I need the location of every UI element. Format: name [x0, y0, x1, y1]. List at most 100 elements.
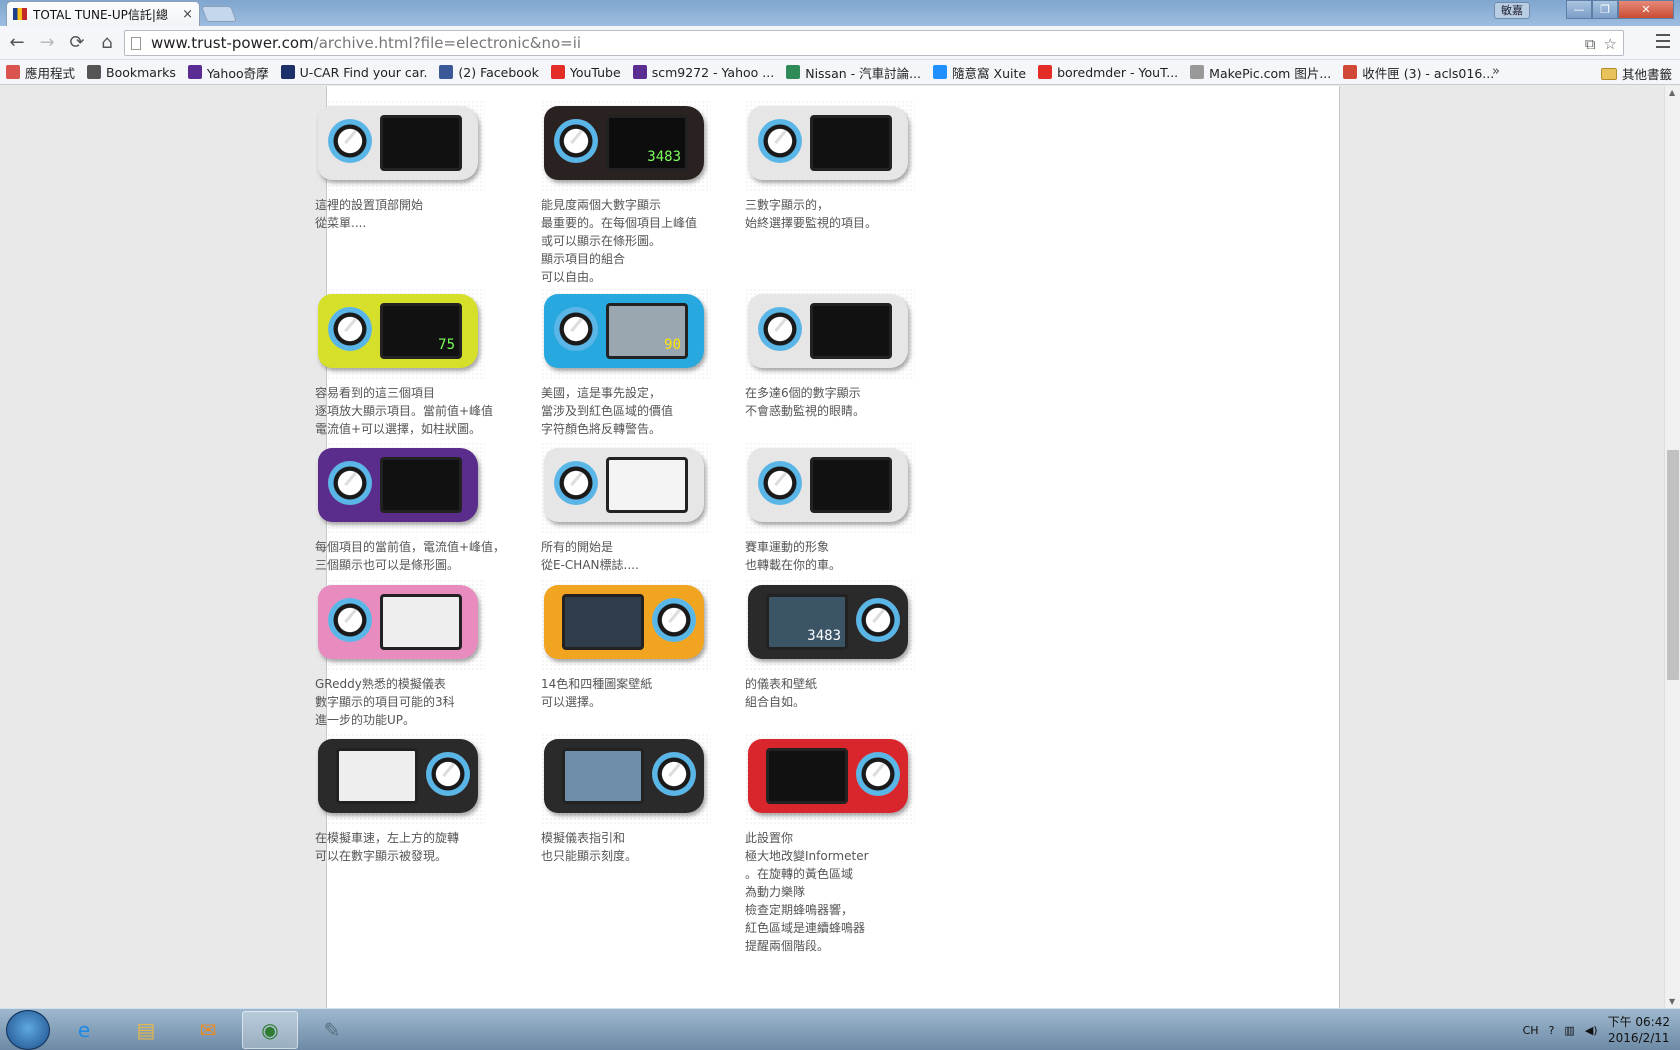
device-screen — [606, 457, 688, 513]
bookmark-label: boredmder - YouT... — [1057, 64, 1179, 80]
bookmark-item[interactable]: Nissan - 汽車討論... — [786, 63, 921, 82]
gauge-dial-icon — [328, 598, 372, 642]
scroll-up-icon[interactable]: ▲ — [1669, 88, 1675, 97]
screen-readout: 3483 — [807, 628, 841, 644]
device-body — [748, 106, 908, 180]
gauge-dial-icon — [856, 598, 900, 642]
bookmark-item[interactable]: Yahoo奇摩 — [187, 63, 269, 82]
bookmark-item[interactable]: Bookmarks — [87, 65, 176, 80]
clock-time: 下午 06:42 — [1607, 1015, 1670, 1029]
new-tab-button[interactable] — [201, 6, 237, 22]
back-button[interactable]: ← — [4, 30, 30, 56]
page-icon — [131, 36, 141, 50]
home-button[interactable]: ⌂ — [94, 30, 120, 56]
product-item: 這裡的設置頂部開始 從菜單.... — [315, 100, 515, 232]
browser-tab[interactable]: TOTAL TUNE-UP信託|總 × — [6, 1, 200, 26]
minimize-button[interactable]: — — [1566, 0, 1592, 19]
device-screen: 75 — [380, 303, 462, 359]
scroll-down-icon[interactable]: ▼ — [1669, 997, 1675, 1006]
maximize-button[interactable]: ❐ — [1592, 0, 1618, 19]
gauge-dial-icon — [758, 307, 802, 351]
product-caption: GReddy熟悉的模擬儀表 數字顯示的項目可能的3科 進一步的功能UP。 — [315, 677, 455, 727]
product-image — [541, 579, 711, 671]
ucar-icon — [280, 65, 295, 79]
gauge-dial-icon — [652, 752, 696, 796]
paint-icon[interactable]: ✎ — [304, 1011, 360, 1049]
bookmark-item[interactable]: YouTube — [550, 65, 621, 80]
bookmark-item[interactable]: boredmder - YouT... — [1038, 65, 1178, 80]
product-item: 三數字顯示的， 始終選擇要監視的項目。 — [745, 100, 945, 232]
device-body — [544, 739, 704, 813]
product-image — [541, 442, 711, 534]
address-bar[interactable]: www.trust-power.com/archive.html?file=el… — [124, 30, 1624, 56]
network-icon[interactable]: ▥ — [1564, 1024, 1574, 1037]
reload-button[interactable]: ⟳ — [64, 30, 90, 56]
gauge-dial-icon — [554, 307, 598, 351]
bookmarks-overflow-button[interactable]: » — [1492, 64, 1500, 79]
bookmark-item[interactable]: 隨意窩 Xuite — [933, 63, 1026, 82]
outlook-icon[interactable]: ✉ — [180, 1011, 236, 1049]
tab-close-icon[interactable]: × — [182, 7, 193, 22]
bookmark-label: Bookmarks — [106, 64, 176, 80]
bookmark-item[interactable]: scm9272 - Yahoo ... — [632, 64, 775, 80]
clock[interactable]: 下午 06:42 2016/2/11 — [1608, 1014, 1670, 1046]
explorer-icon[interactable]: ▤ — [118, 1011, 174, 1049]
start-button[interactable] — [6, 1009, 50, 1050]
page-viewport: 這裡的設置頂部開始 從菜單.... 3483 能見度兩個大數字顯示 最重要的。在每個… — [0, 86, 1664, 1008]
scroll-thumb[interactable] — [1667, 450, 1679, 680]
gmail-icon — [1343, 65, 1358, 79]
yahoo-mail-icon — [632, 65, 647, 79]
close-window-button[interactable]: ✕ — [1618, 0, 1674, 19]
bookmark-item[interactable]: MakePic.com 图片... — [1190, 63, 1331, 82]
gauge-dial-icon — [328, 461, 372, 505]
product-item: 在多達6個的數字顯示 不會惑動監視的眼睛。 — [745, 288, 945, 420]
language-indicator[interactable]: CH — [1523, 1024, 1539, 1037]
forward-button[interactable]: → — [34, 30, 60, 56]
chrome-menu-icon[interactable] — [1656, 34, 1670, 48]
product-caption: 在模擬車速，左上方的旋轉 可以在數字顯示被發現。 — [315, 831, 460, 863]
product-image: 3483 — [745, 579, 915, 671]
device-body: 3483 — [544, 106, 704, 180]
gauge-dial-icon — [856, 752, 900, 796]
device-screen — [562, 594, 644, 650]
ie-icon[interactable]: e — [56, 1011, 112, 1049]
bookmark-item[interactable]: 應用程式 — [6, 63, 75, 82]
url-path: /archive.html?file=electronic&no=ii — [313, 34, 582, 52]
profile-badge[interactable]: 敏嘉 — [1494, 2, 1530, 19]
bookmark-label: U-CAR Find your car. — [299, 64, 428, 80]
product-image — [745, 100, 915, 192]
vertical-scrollbar[interactable]: ▲ ▼ — [1664, 86, 1680, 1008]
product-image — [315, 442, 485, 534]
tab-title: TOTAL TUNE-UP信託|總 — [33, 7, 168, 22]
gauge-dial-icon — [554, 461, 598, 505]
help-icon[interactable]: ? — [1549, 1024, 1555, 1037]
product-caption: 每個項目的當前值，電流值+峰值， 三個顯示也可以是條形圖。 — [315, 540, 506, 572]
yahoo-icon — [187, 65, 202, 79]
gauge-dial-icon — [652, 598, 696, 642]
volume-icon[interactable]: ◀) — [1585, 1024, 1598, 1037]
device-screen: 3483 — [606, 115, 688, 171]
bookmark-item[interactable]: (2) Facebook — [439, 64, 539, 80]
product-image — [745, 442, 915, 534]
product-image — [315, 100, 485, 192]
page-icon — [1190, 65, 1205, 79]
chrome-icon[interactable]: ◉ — [242, 1010, 298, 1049]
device-body: 75 — [318, 294, 478, 368]
apps-icon — [6, 65, 20, 79]
folder-icon — [1600, 67, 1617, 80]
bookmark-item[interactable]: 收件匣 (3) - acls016... — [1343, 63, 1494, 82]
device-body — [544, 585, 704, 659]
product-caption: 美國，這是事先設定， 當涉及到紅色區域的價值 字符顏色將反轉警告。 — [541, 386, 674, 436]
device-screen — [810, 303, 892, 359]
product-caption: 賽車運動的形象 也轉載在你的車。 — [745, 540, 842, 572]
youtube-icon — [1038, 65, 1053, 79]
url-host: www.trust-power.com — [151, 34, 314, 52]
bookmark-item[interactable]: U-CAR Find your car. — [280, 64, 428, 80]
other-bookmarks-folder[interactable]: 其他書籤 — [1600, 64, 1672, 83]
bookmark-star-icon[interactable]: ☆ — [1604, 35, 1617, 53]
bookmark-label: (2) Facebook — [458, 64, 539, 80]
screen-readout: 3483 — [647, 149, 681, 165]
product-image: 75 — [315, 288, 485, 380]
bookmark-label: scm9272 - Yahoo ... — [651, 64, 775, 80]
translate-icon[interactable]: ⧉ — [1585, 35, 1596, 53]
